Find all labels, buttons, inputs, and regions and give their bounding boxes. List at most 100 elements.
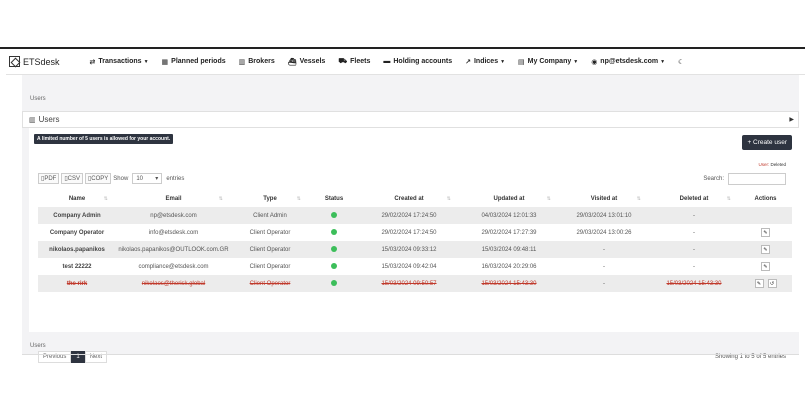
pagination: Previous 1 Next [38, 351, 108, 363]
chevron-down-icon: ▾ [155, 176, 159, 182]
caret-down-icon: ▼ [660, 58, 666, 65]
column-header[interactable]: Status [309, 190, 359, 207]
transactions-icon: ⇄ [89, 58, 96, 66]
building-icon: ▥ [238, 58, 246, 66]
column-header[interactable]: Updated at ⇅ [459, 190, 559, 207]
sort-icon[interactable]: ⇅ [219, 196, 223, 202]
cell-email: nikolaos@therisk.global [116, 275, 231, 292]
nav-item-theme-toggle[interactable]: ☾ [678, 58, 687, 66]
search-label: Search: [703, 176, 724, 182]
nav-label: Holding accounts [393, 58, 453, 65]
pdf-button[interactable]: ▯PDF [38, 173, 60, 184]
nav-item-planned-periods[interactable]: ▦ Planned periods [162, 58, 226, 66]
navbar: ETSdesk ⇄ Transactions ▼ ▦ Planned periods ▥ B… [6, 49, 805, 75]
column-header[interactable]: Type ⇅ [231, 190, 309, 207]
caret-down-icon: ▼ [143, 58, 149, 65]
sort-icon[interactable]: ⇅ [447, 196, 451, 202]
edit-icon[interactable]: ✎ [761, 245, 770, 254]
cell-visited: - [559, 241, 649, 258]
breadcrumb: Users [30, 96, 46, 102]
cell-type: Client Operator [231, 275, 309, 292]
status-active-icon [331, 262, 337, 269]
column-header[interactable]: Name ⇅ [38, 190, 116, 207]
cell-name: Company Operator [49, 229, 105, 236]
collapse-arrow-icon[interactable]: ▶ [789, 116, 794, 123]
folder-icon: ▬ [383, 58, 391, 65]
cell-updated: 04/03/2024 12:01:33 [459, 207, 559, 224]
cell-email: compliance@etsdesk.com [138, 263, 209, 270]
caret-down-icon: ▼ [500, 58, 506, 65]
cell-type: Client Operator [249, 229, 291, 236]
copy-button[interactable]: ▯COPY [84, 173, 112, 184]
status-active-icon [331, 245, 337, 252]
create-user-button[interactable]: + Create user [742, 135, 792, 150]
column-header[interactable]: Created at ⇅ [359, 190, 459, 207]
cell-updated: 15/03/2024 15:43:30 [459, 275, 559, 292]
search-area: Search: [703, 173, 786, 185]
logo-icon [9, 56, 20, 67]
nav-item-holding-accounts[interactable]: ▬ Holding accounts [383, 58, 452, 65]
nav-item-fleets[interactable]: ⛟ Fleets [338, 57, 370, 66]
cell-name: nikolaos.papanikos [38, 241, 116, 258]
edit-icon[interactable]: ✎ [754, 279, 764, 288]
cell-visited: - [559, 275, 649, 292]
panel-header[interactable]: ▥ Users ▶ [22, 111, 799, 128]
nav-label: Indices [473, 58, 499, 65]
sort-icon[interactable]: ⇅ [547, 196, 551, 202]
sort-icon[interactable]: ⇅ [297, 196, 301, 202]
sort-icon[interactable]: ⇅ [637, 196, 641, 202]
footer-breadcrumb: Users [30, 343, 46, 349]
cell-type: Client Operator [249, 263, 291, 270]
prev-button[interactable]: Previous [38, 351, 72, 363]
top-band [0, 0, 805, 49]
status-cell [309, 224, 359, 241]
cell-created: 29/02/2024 17:24:50 [359, 207, 459, 224]
sort-icon[interactable]: ⇅ [727, 196, 731, 202]
cell-visited: 29/03/2024 13:00:26 [576, 229, 632, 236]
user-icon: ◉ [591, 58, 598, 66]
nav-item-brokers[interactable]: ▥ Brokers [239, 58, 275, 66]
nav-label: np@etsdesk.com [600, 58, 659, 65]
brand[interactable]: ETSdesk [9, 56, 60, 67]
caret-down-icon: ▼ [573, 58, 579, 65]
nav-item-np-etsdesk-com[interactable]: ◉ np@etsdesk.com ▼ [591, 58, 665, 66]
restore-icon[interactable]: ↺ [767, 279, 777, 288]
page-size-select[interactable]: 10 ▾ [132, 173, 163, 184]
table-row: Company Operator info@etsdesk.com Client O… [38, 224, 792, 241]
cell-name: test 22222 [62, 263, 92, 270]
search-input[interactable] [728, 173, 786, 185]
nav-label: Fleets [350, 58, 371, 65]
next-button[interactable]: Next [84, 351, 108, 363]
users-table: Name ⇅ Email ⇅ Type ⇅ Status Created at ⇅ Updated… [38, 190, 792, 292]
status-active-icon [331, 211, 337, 218]
cell-name: Company Admin [38, 207, 116, 224]
csv-button[interactable]: ▯CSV [61, 173, 83, 184]
sort-icon[interactable]: ⇅ [104, 196, 108, 202]
footer-divider [22, 354, 799, 355]
cell-deleted: - [693, 229, 695, 236]
legend: User: Deleted [758, 162, 786, 167]
edit-icon[interactable]: ✎ [761, 228, 770, 237]
cell-created: 15/03/2024 09:42:04 [381, 263, 437, 270]
legend-value: Deleted [770, 162, 786, 167]
nav-item-vessels[interactable]: ⛴ Vessels [288, 58, 326, 66]
nav-item-indices[interactable]: ↗ Indices ▼ [465, 58, 505, 66]
column-header[interactable]: Visited at ⇅ [559, 190, 649, 207]
nav-label: My Company [527, 58, 572, 65]
actions-cell [739, 207, 792, 224]
users-card: A limited number of 5 users is allowed f… [29, 128, 799, 363]
status-active-icon [331, 228, 337, 235]
page-1-button[interactable]: 1 [71, 351, 85, 363]
cell-updated: 15/03/2024 09:48:11 [459, 241, 559, 258]
column-header[interactable]: Email ⇅ [116, 190, 231, 207]
column-header[interactable]: Deleted at ⇅ [649, 190, 739, 207]
column-header: Actions [754, 195, 777, 202]
building-icon: ▥ [29, 116, 36, 124]
actions-cell: ✎ [739, 258, 792, 275]
nav-item-my-company[interactable]: ▤ My Company ▼ [518, 58, 578, 66]
status-cell [309, 275, 359, 292]
edit-icon[interactable]: ✎ [761, 262, 770, 271]
truck-icon: ⛟ [338, 58, 348, 65]
actions-cell: ✎ [739, 241, 792, 258]
nav-item-transactions[interactable]: ⇄ Transactions ▼ [90, 58, 149, 66]
